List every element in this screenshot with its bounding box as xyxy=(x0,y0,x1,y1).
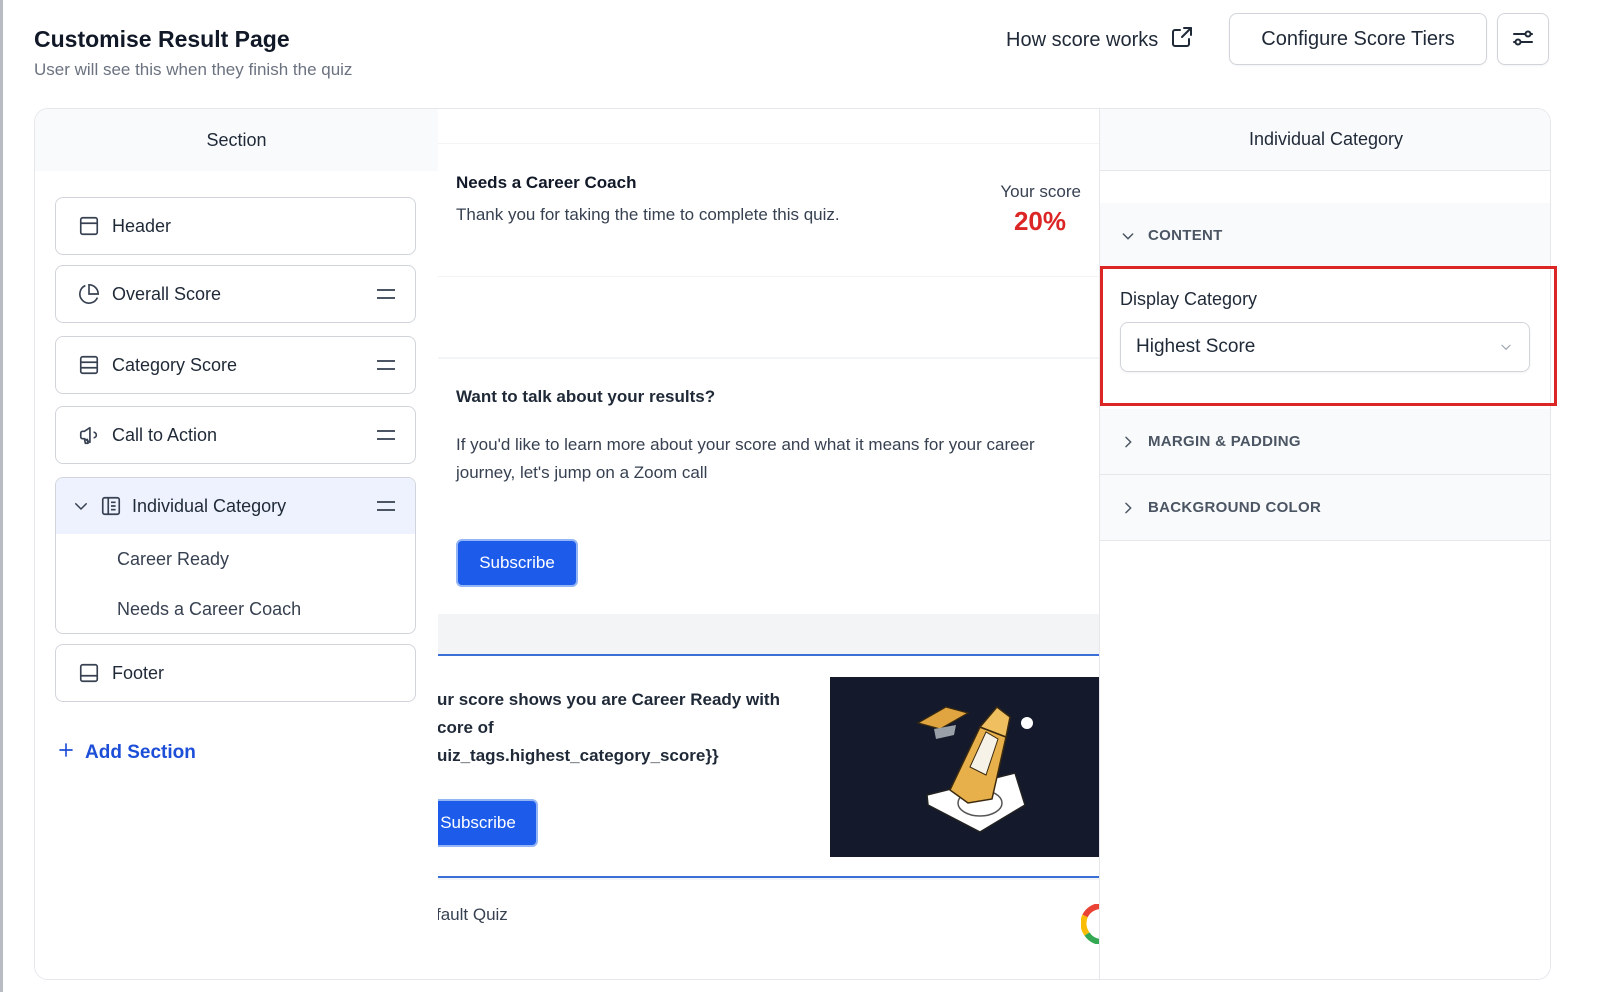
score-card-text: Thank you for taking the time to complet… xyxy=(456,205,840,224)
accordion-background-color[interactable]: BACKGROUND COLOR xyxy=(1100,475,1550,541)
display-category-select[interactable]: Highest Score xyxy=(1120,322,1530,372)
chevron-down-icon xyxy=(1499,340,1513,354)
chevron-down-icon[interactable] xyxy=(72,497,90,515)
preview-header-block[interactable] xyxy=(438,109,1099,143)
sliders-icon xyxy=(1511,26,1535,53)
section-item-footer[interactable]: Footer xyxy=(55,644,416,702)
accordion-content-label: CONTENT xyxy=(1148,227,1223,244)
category-card-line-2: core of xyxy=(438,718,494,737)
page-root: Customise Result Page User will see this… xyxy=(0,0,1600,992)
accordion-margin-padding[interactable]: MARGIN & PADDING xyxy=(1100,409,1550,475)
preview-individual-category-card[interactable]: ur score shows you are Career Ready with… xyxy=(438,654,1099,878)
add-section-button[interactable]: Add Section xyxy=(57,741,196,765)
preview-category-score-block[interactable] xyxy=(438,277,1099,357)
how-score-works-label: How score works xyxy=(1006,28,1159,51)
header-layout-icon xyxy=(78,215,100,237)
page-subtitle: User will see this when they finish the … xyxy=(34,60,353,79)
score-value: 20% xyxy=(1013,206,1066,236)
drag-handle-icon[interactable] xyxy=(377,501,395,511)
rows-icon xyxy=(78,354,100,376)
cta-text: If you'd like to learn more about your s… xyxy=(456,435,1035,482)
plus-icon xyxy=(57,741,75,765)
content-settings: Display Category Highest Score xyxy=(1100,269,1550,409)
category-subscribe-button[interactable]: Subscribe xyxy=(438,799,538,847)
drag-handle-icon[interactable] xyxy=(377,289,395,299)
page-title: Customise Result Page xyxy=(34,26,290,52)
drag-handle-icon[interactable] xyxy=(377,360,395,370)
category-card-line-3: uiz_tags.highest_category_score}} xyxy=(438,746,719,765)
accordion-content[interactable]: CONTENT xyxy=(1100,203,1550,269)
section-item-label: Overall Score xyxy=(112,283,222,304)
chevron-right-icon xyxy=(1120,500,1136,516)
brand-logo-icon xyxy=(1080,903,1099,949)
display-category-value: Highest Score xyxy=(1136,336,1256,357)
section-item-category-score[interactable]: Category Score xyxy=(55,336,416,394)
section-item-label: Header xyxy=(112,215,172,236)
score-label: Your score xyxy=(1000,182,1081,201)
section-item-label: Individual Category xyxy=(132,495,287,516)
sub-item-needs-career-coach[interactable]: Needs a Career Coach xyxy=(56,584,415,633)
section-item-label: Category Score xyxy=(112,354,238,375)
sub-item-career-ready[interactable]: Career Ready xyxy=(56,534,415,584)
chevron-down-icon xyxy=(1120,228,1136,244)
preview-canvas: Needs a Career Coach Thank you for takin… xyxy=(438,109,1099,979)
category-card-text: ur score shows you are Career Ready with… xyxy=(438,686,817,770)
settings-title: Individual Category xyxy=(1100,109,1550,171)
section-item-label: Footer xyxy=(112,662,165,683)
settings-sliders-button[interactable] xyxy=(1497,13,1549,65)
pie-chart-icon xyxy=(78,283,100,305)
preview-score-card[interactable]: Needs a Career Coach Thank you for takin… xyxy=(438,144,1099,276)
section-item-header[interactable]: Header xyxy=(55,197,416,255)
sections-sidebar: Section Header Overall Score Category Sc… xyxy=(35,109,438,979)
section-item-call-to-action[interactable]: Call to Action xyxy=(55,406,416,464)
preview-cta-card[interactable]: Want to talk about your results? If you'… xyxy=(438,359,1099,614)
footer-layout-icon xyxy=(78,662,100,684)
footer-text: fault Quiz xyxy=(438,905,508,924)
score-card-title: Needs a Career Coach xyxy=(456,173,637,192)
accordion-margin-padding-label: MARGIN & PADDING xyxy=(1148,433,1301,450)
how-score-works-link[interactable]: How score works xyxy=(1006,26,1194,54)
section-item-label: Call to Action xyxy=(112,424,218,445)
section-item-overall-score[interactable]: Overall Score xyxy=(55,265,416,323)
list-document-icon xyxy=(100,495,122,517)
graduation-illustration xyxy=(830,677,1099,857)
sections-title: Section xyxy=(35,109,438,171)
display-category-label: Display Category xyxy=(1120,289,1258,309)
settings-panel: Individual Category CONTENT Display Cate… xyxy=(1099,109,1550,979)
chevron-right-icon xyxy=(1120,434,1136,450)
add-section-label: Add Section xyxy=(85,742,196,763)
configure-score-tiers-button[interactable]: Configure Score Tiers xyxy=(1229,13,1487,65)
cta-subscribe-button[interactable]: Subscribe xyxy=(456,539,578,587)
category-card-line-1: ur score shows you are Career Ready with xyxy=(438,690,780,709)
section-item-individual-category[interactable]: Individual Category xyxy=(56,478,415,534)
drag-handle-icon[interactable] xyxy=(377,430,395,440)
megaphone-icon xyxy=(78,424,100,446)
editor-panel: Section Header Overall Score Category Sc… xyxy=(34,108,1551,980)
section-group-individual-category: Individual Category Career Ready Needs a… xyxy=(55,477,416,634)
preview-footer-block[interactable]: fault Quiz xyxy=(438,880,1099,979)
cta-title: Want to talk about your results? xyxy=(456,387,716,406)
accordion-background-color-label: BACKGROUND COLOR xyxy=(1148,499,1322,516)
external-link-icon xyxy=(1170,25,1194,55)
